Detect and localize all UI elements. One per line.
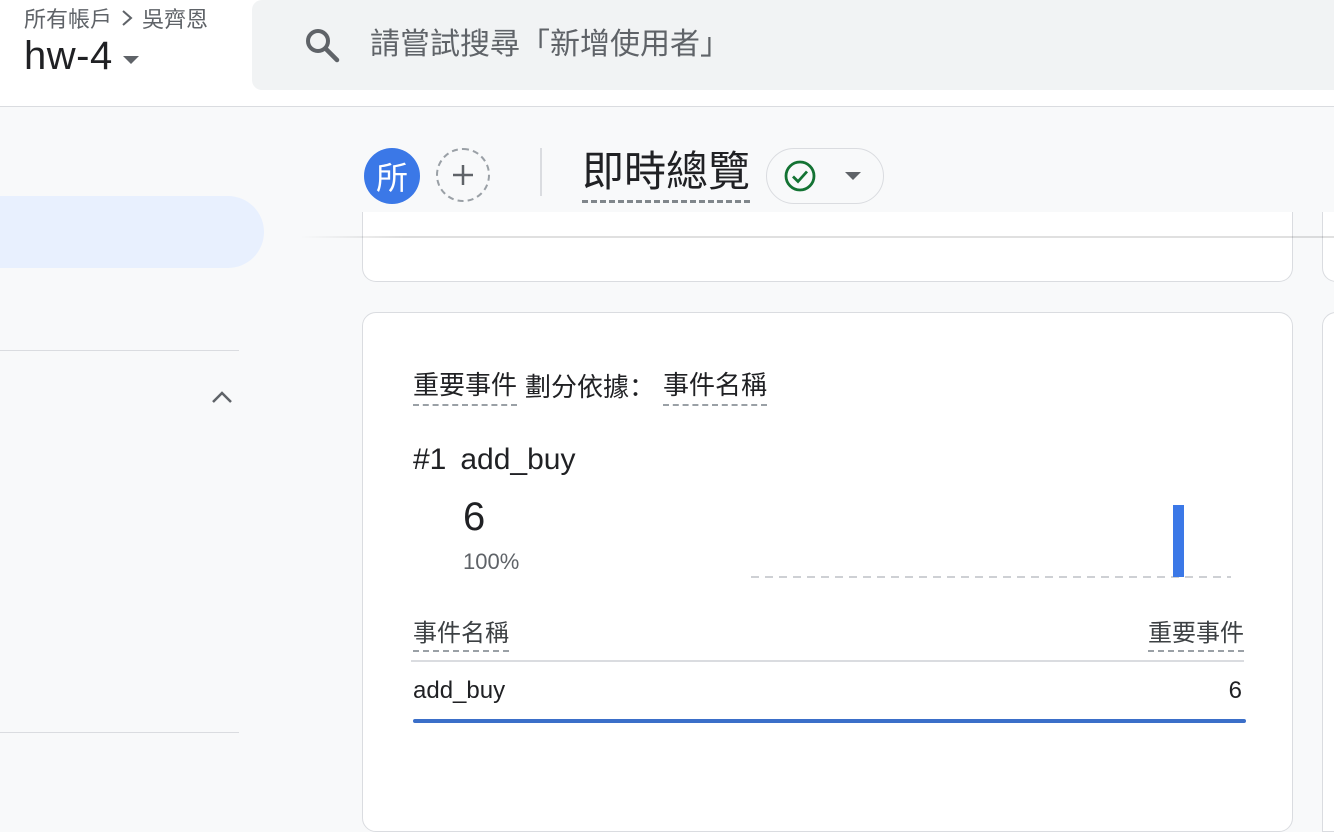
chart-bar[interactable] (1173, 505, 1184, 577)
search-bar[interactable] (252, 0, 1334, 90)
dimension-selector[interactable]: 事件名稱 (663, 365, 768, 406)
plus-icon (453, 165, 473, 185)
breadcrumb-account[interactable]: 所有帳戶 (24, 2, 112, 34)
search-icon (306, 29, 340, 63)
add-comparison-button[interactable] (436, 148, 490, 202)
table-row-event-name: add_buy (413, 677, 506, 704)
top-item-heading: #1 add_buy (413, 443, 575, 477)
side-card-partial (1322, 312, 1334, 832)
property-name: hw-4 (24, 34, 113, 78)
top-event-value: 6 (463, 495, 486, 539)
sidebar-divider (0, 350, 239, 351)
top-bar: 所有帳戶 吳齊恩 hw-4 (0, 0, 1334, 107)
dropdown-arrow-icon (845, 172, 861, 180)
top-event-percent: 100% (463, 549, 520, 574)
key-events-card: 重要事件 劃分依據： 事件名稱 #1 add_buy 6 100% 事件名稱 重… (362, 312, 1293, 832)
table-divider (411, 660, 1244, 662)
comparison-avatar[interactable]: 所 (364, 148, 420, 204)
chevron-up-icon[interactable] (208, 384, 236, 412)
row-share-bar (413, 719, 1246, 723)
title-connector: 劃分依據： (525, 372, 656, 402)
top-event-name: add_buy (460, 443, 576, 476)
chevron-right-icon (122, 10, 133, 26)
column-header-event-name[interactable]: 事件名稱 (413, 613, 509, 652)
metric-selector[interactable]: 重要事件 (413, 365, 518, 406)
check-circle-icon (784, 160, 816, 192)
previous-card (362, 212, 1293, 282)
header-shadow (300, 236, 1334, 238)
property-selector[interactable]: hw-4 (24, 34, 139, 79)
status-chip[interactable] (766, 148, 884, 204)
sidebar-divider (0, 732, 239, 733)
sparkline-chart (751, 505, 1231, 578)
page-title: 即時總覽 (582, 146, 751, 203)
rank-label: #1 (413, 443, 447, 476)
header-separator (540, 148, 542, 196)
search-input[interactable] (368, 27, 1072, 63)
breadcrumb[interactable]: 所有帳戶 吳齊恩 (24, 2, 208, 34)
card-title: 重要事件 劃分依據： 事件名稱 (413, 365, 768, 406)
caret-down-icon (122, 55, 139, 64)
side-card-partial (1322, 212, 1334, 282)
table-row-value: 6 (1228, 677, 1242, 704)
sidebar-item-active[interactable] (0, 196, 264, 268)
column-header-key-events[interactable]: 重要事件 (1148, 613, 1244, 652)
breadcrumb-user[interactable]: 吳齊恩 (142, 2, 208, 34)
